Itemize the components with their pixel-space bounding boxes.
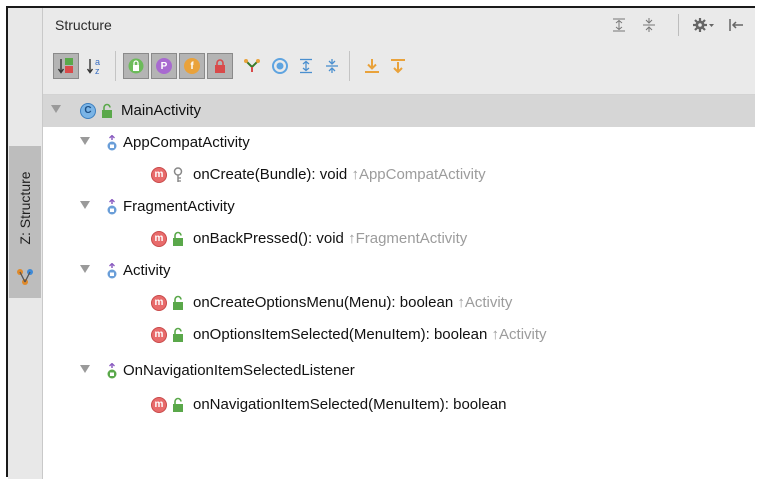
expand-arrow-icon[interactable]	[80, 365, 90, 373]
expand-tree-icon[interactable]	[293, 53, 319, 79]
public-lock-icon	[102, 103, 112, 118]
show-non-public-icon[interactable]	[207, 53, 233, 79]
collapse-tree-icon[interactable]	[319, 53, 345, 79]
group-label: Activity	[123, 262, 171, 279]
method-icon: m	[151, 295, 167, 311]
protected-key-icon	[173, 167, 183, 182]
gear-icon[interactable]	[690, 16, 716, 34]
member-label: onNavigationItemSelected(MenuItem): bool…	[193, 396, 507, 413]
show-properties-icon[interactable]: P	[151, 53, 177, 79]
inherited-arrow-icon: ↑	[491, 326, 500, 343]
member-signature: onNavigationItemSelected(MenuItem): bool…	[193, 396, 507, 413]
svg-text:z: z	[95, 66, 100, 76]
inherited-from-label: Activity	[464, 294, 513, 311]
member-signature: onCreateOptionsMenu(Menu): boolean	[193, 294, 454, 311]
panel-title: Structure	[55, 17, 112, 33]
property-p-icon: P	[156, 58, 172, 74]
tree-group-row[interactable]: FragmentActivity	[43, 191, 755, 223]
tree-group-row[interactable]: OnNavigationItemSelectedListener	[43, 355, 755, 387]
toolbar-separator	[115, 51, 116, 81]
tree-root-row[interactable]: C MainActivity	[43, 95, 755, 127]
method-icon: m	[151, 167, 167, 183]
root-class-label: MainActivity	[121, 102, 202, 119]
public-lock-icon	[173, 397, 183, 412]
autoscroll-from-source-icon[interactable]	[267, 53, 293, 79]
expand-all-icon[interactable]	[610, 16, 628, 34]
inherited-arrow-icon: ↑	[351, 166, 359, 183]
group-label: OnNavigationItemSelectedListener	[123, 362, 355, 379]
inherited-interface-icon	[107, 363, 117, 379]
tree-member-row[interactable]: m onBackPressed(): void ↑FragmentActivit…	[43, 223, 755, 255]
hide-panel-icon[interactable]	[727, 16, 745, 34]
member-label: onCreateOptionsMenu(Menu): boolean ↑Acti…	[193, 294, 512, 311]
member-signature: onOptionsItemSelected(MenuItem): boolean	[193, 326, 488, 343]
toolbar-separator	[349, 51, 350, 81]
method-icon: m	[151, 327, 167, 343]
autoscroll-to-source-icon[interactable]	[359, 53, 385, 79]
header-separator	[678, 14, 679, 36]
group-label: FragmentActivity	[123, 198, 235, 215]
structure-side-tab-label: Z: Structure	[17, 171, 33, 245]
expand-arrow-icon[interactable]	[51, 105, 61, 113]
method-icon: m	[151, 231, 167, 247]
panel-header: Structure	[43, 8, 755, 43]
inherited-from-label: FragmentActivity	[355, 230, 468, 247]
inherited-from-label: AppCompatActivity	[358, 166, 486, 183]
structure-icon	[17, 269, 33, 285]
member-label: onBackPressed(): void ↑FragmentActivity	[193, 230, 467, 247]
inherited-arrow-icon: ↑	[457, 294, 465, 311]
expand-arrow-icon[interactable]	[80, 201, 90, 209]
inherited-from-label: Activity	[499, 326, 547, 343]
show-inherited-icon[interactable]	[123, 53, 149, 79]
tree-member-row[interactable]: m onNavigationItemSelected(MenuItem): bo…	[43, 389, 755, 421]
sort-by-visibility-icon[interactable]	[53, 53, 79, 79]
public-lock-icon	[173, 295, 183, 310]
expand-arrow-icon[interactable]	[80, 137, 90, 145]
member-label: onOptionsItemSelected(MenuItem): boolean…	[193, 326, 547, 343]
inherited-group-icon	[107, 135, 117, 151]
tree-member-row[interactable]: m onCreate(Bundle): void ↑AppCompatActiv…	[43, 159, 755, 191]
structure-toolbar: az P f	[43, 42, 755, 95]
public-lock-icon	[173, 231, 183, 246]
show-fields-icon[interactable]: f	[179, 53, 205, 79]
group-label: AppCompatActivity	[123, 134, 250, 151]
show-lambdas-icon[interactable]	[239, 53, 265, 79]
member-label: onCreate(Bundle): void ↑AppCompatActivit…	[193, 166, 486, 183]
tree-member-row[interactable]: m onCreateOptionsMenu(Menu): boolean ↑Ac…	[43, 287, 755, 319]
inherited-group-icon	[107, 263, 117, 279]
public-lock-icon	[173, 327, 183, 342]
expand-arrow-icon[interactable]	[80, 265, 90, 273]
member-signature: onCreate(Bundle): void	[193, 166, 348, 183]
tree-member-row[interactable]: m onOptionsItemSelected(MenuItem): boole…	[43, 319, 755, 351]
member-signature: onBackPressed(): void	[193, 230, 344, 247]
inherited-arrow-icon: ↑	[348, 230, 356, 247]
inherited-group-icon	[107, 199, 117, 215]
collapse-all-icon[interactable]	[640, 16, 658, 34]
field-f-icon: f	[184, 58, 200, 74]
tree-group-row[interactable]: AppCompatActivity	[43, 127, 755, 159]
method-icon: m	[151, 397, 167, 413]
class-icon: C	[80, 103, 96, 119]
navigate-down-icon[interactable]	[385, 53, 411, 79]
tree-group-row[interactable]: Activity	[43, 255, 755, 287]
sort-alphabetically-icon[interactable]: az	[83, 53, 109, 79]
structure-tree: C MainActivity AppCompatActivity m onCre…	[43, 95, 755, 479]
structure-side-tab[interactable]: Z: Structure	[9, 146, 41, 298]
